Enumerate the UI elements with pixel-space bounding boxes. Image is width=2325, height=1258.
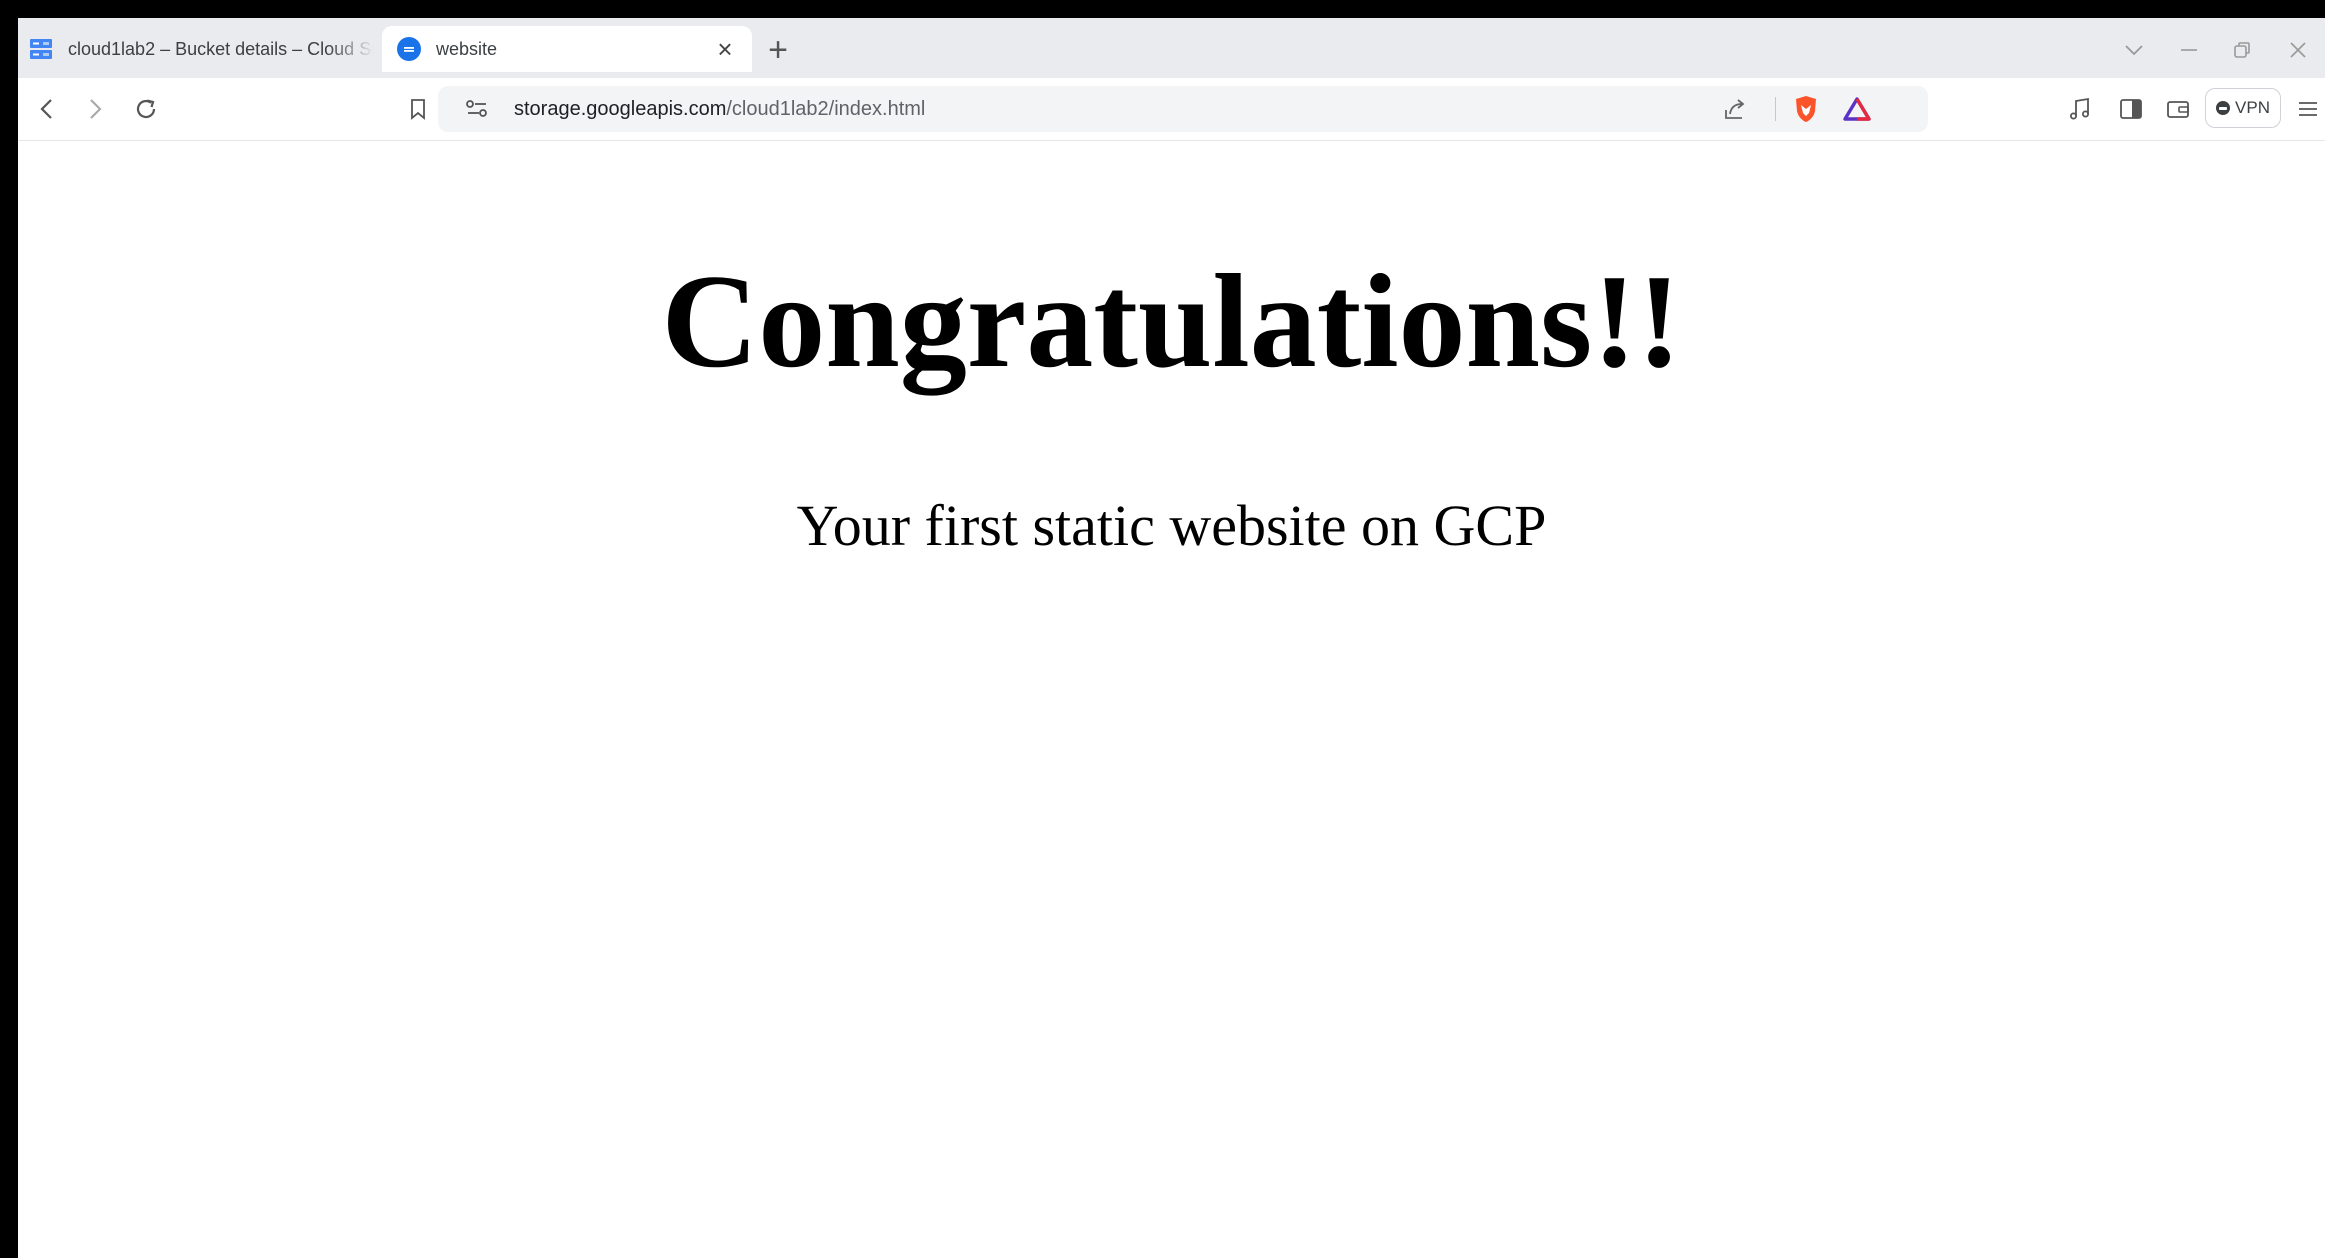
url-host: storage.googleapis.com [514, 97, 727, 120]
cloud-storage-icon [30, 39, 52, 59]
tab-bucket-details[interactable]: cloud1lab2 – Bucket details – Cloud Stor… [18, 26, 374, 72]
vpn-button[interactable]: VPN [2205, 88, 2281, 128]
minimize-icon[interactable] [2171, 32, 2207, 68]
sidebar-icon[interactable] [2111, 89, 2151, 129]
tab-website[interactable]: website × [382, 26, 752, 72]
page-subtitle: Your first static website on GCP [796, 493, 1547, 558]
restore-icon[interactable] [2224, 32, 2260, 68]
page-heading: Congratulations!! [661, 247, 1682, 395]
reload-icon[interactable] [126, 89, 166, 129]
page-content: Congratulations!! Your first static webs… [18, 141, 2325, 1258]
vpn-status-icon [2216, 101, 2231, 115]
tab-title: website [436, 38, 498, 59]
close-tab-icon[interactable]: × [710, 34, 740, 64]
address-bar[interactable]: storage.googleapis.com/cloud1lab2/index.… [438, 86, 1928, 132]
url-text[interactable]: storage.googleapis.com/cloud1lab2/index.… [514, 86, 925, 132]
new-tab-button[interactable]: + [760, 31, 796, 69]
vpn-label: VPN [2235, 98, 2270, 117]
toolbar: storage.googleapis.com/cloud1lab2/index.… [18, 78, 2325, 141]
share-icon[interactable] [1718, 93, 1752, 125]
menu-icon[interactable] [2291, 89, 2325, 129]
url-path: /cloud1lab2/index.html [726, 97, 926, 120]
close-window-icon[interactable] [2280, 32, 2316, 68]
browser-window: cloud1lab2 – Bucket details – Cloud Stor… [18, 18, 2325, 1258]
tab-strip: cloud1lab2 – Bucket details – Cloud Stor… [18, 18, 2325, 78]
back-icon[interactable] [27, 89, 67, 129]
brave-shields-icon[interactable] [1789, 93, 1823, 125]
omnibox-divider [1775, 97, 1776, 121]
tab-title: cloud1lab2 – Bucket details – Cloud Stor… [68, 38, 374, 59]
forward-icon[interactable] [75, 89, 115, 129]
bookmark-icon[interactable] [398, 89, 438, 129]
gcs-hexagon-icon [397, 37, 421, 61]
media-icon[interactable] [2060, 89, 2100, 129]
site-settings-icon[interactable] [460, 93, 494, 125]
tab-search-chevron-icon[interactable] [2116, 32, 2152, 68]
wallet-icon[interactable] [2158, 89, 2198, 129]
brave-rewards-icon[interactable] [1840, 93, 1874, 125]
